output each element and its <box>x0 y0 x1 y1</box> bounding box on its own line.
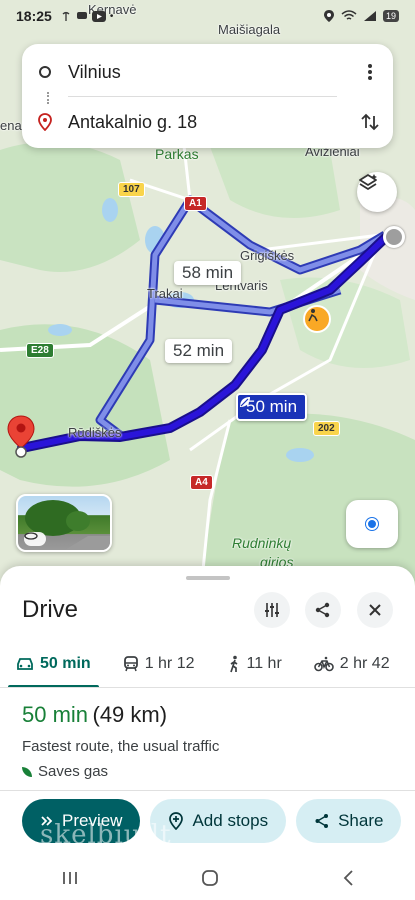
more-vert-icon <box>368 64 372 80</box>
more-options-button[interactable] <box>347 63 393 81</box>
origin-field[interactable]: Vilnius <box>68 62 347 83</box>
drag-handle[interactable] <box>186 576 230 580</box>
tab-label: 1 hr 12 <box>144 654 195 672</box>
origin-marker-icon <box>383 226 405 248</box>
swap-vert-icon <box>361 113 379 131</box>
tab-label: 2 hr 42 <box>339 654 390 672</box>
destination-field[interactable]: Antakalnio g. 18 <box>68 112 347 133</box>
route-distance: (49 km) <box>92 702 168 727</box>
location-icon <box>323 10 334 22</box>
road-shield: 202 <box>313 421 340 436</box>
share-icon <box>315 814 329 828</box>
bike-icon <box>313 656 334 671</box>
layers-button[interactable] <box>357 172 397 212</box>
preview-label: Preview <box>62 811 123 830</box>
leaf-icon <box>240 397 250 407</box>
android-nav-bar <box>0 856 415 900</box>
close-button[interactable] <box>357 592 393 628</box>
close-icon <box>369 604 381 616</box>
destination-row[interactable]: Antakalnio g. 18 <box>22 102 393 142</box>
system-icons: 19 <box>323 9 399 23</box>
share-icon <box>315 602 330 618</box>
travel-mode-tabs: 50 min 1 hr 12 11 hr 2 hr 42 <box>0 640 415 688</box>
tab-label: 11 hr <box>246 654 282 672</box>
tab-drive[interactable]: 50 min <box>0 640 107 687</box>
sheet-title: Drive <box>22 596 79 623</box>
road-work-icon[interactable] <box>303 305 331 333</box>
divider <box>68 96 337 97</box>
chat-icon <box>76 12 87 19</box>
tab-bike[interactable]: 2 hr 42 <box>298 640 406 687</box>
place-label: Rūdiškės <box>68 425 122 440</box>
my-location-button[interactable] <box>346 500 398 548</box>
youtube-icon <box>91 10 106 22</box>
recent-apps-icon[interactable] <box>61 870 79 886</box>
road-shield: E28 <box>26 343 54 358</box>
car-icon <box>17 657 33 670</box>
action-buttons: Preview Add stops Share <box>0 790 415 850</box>
alt-route-label[interactable]: 52 min <box>165 339 233 363</box>
location-dot-icon <box>366 518 378 530</box>
add-location-icon <box>169 812 184 830</box>
share-route-button[interactable] <box>305 592 341 628</box>
share-button[interactable]: Share <box>296 799 402 843</box>
home-icon[interactable] <box>201 869 219 887</box>
dot-icon: • <box>109 10 114 22</box>
street-view-thumbnail[interactable] <box>16 494 112 552</box>
layers-icon <box>359 174 377 190</box>
status-bar: 18:25 • 19 <box>0 0 415 32</box>
origin-row[interactable]: Vilnius <box>22 52 393 92</box>
back-icon[interactable] <box>342 869 354 887</box>
tab-label: 50 min <box>40 654 91 672</box>
road-shield: 107 <box>118 182 145 197</box>
double-chevron-icon <box>41 816 53 826</box>
selected-route-time: 50 min <box>246 397 298 416</box>
place-label: Rudninkų <box>232 535 292 551</box>
leaf-icon <box>22 766 32 777</box>
preview-button[interactable]: Preview <box>22 799 141 843</box>
signal-icon <box>363 11 376 21</box>
road-shield: A1 <box>184 196 207 211</box>
directions-bottom-sheet: Drive 50 min 1 hr 12 11 hr 2 hr 42 50 mi… <box>0 566 415 900</box>
place-label: enai <box>0 118 25 133</box>
tune-icon <box>265 603 279 617</box>
destination-pin-icon <box>7 415 35 458</box>
transit-icon <box>123 655 138 671</box>
place-label: Trakai <box>147 286 183 301</box>
rotate-360-icon <box>24 532 46 546</box>
tab-walk[interactable]: 11 hr <box>211 640 298 687</box>
share-label: Share <box>338 811 384 830</box>
route-summary[interactable]: 50 min (49 km) Fastest route, the usual … <box>22 702 219 780</box>
alt-route-label[interactable]: 58 min <box>174 261 242 285</box>
walk-icon <box>229 655 237 672</box>
destination-pin-small-icon <box>22 113 68 131</box>
route-options-button[interactable] <box>254 592 290 628</box>
road-shield: A4 <box>190 475 213 490</box>
swap-button[interactable] <box>347 112 393 132</box>
signal-tower-icon <box>62 11 70 21</box>
tab-transit[interactable]: 1 hr 12 <box>107 640 211 687</box>
selected-route-label[interactable]: 50 min <box>236 393 308 421</box>
directions-search-card: Vilnius Antakalnio g. 18 <box>22 44 393 148</box>
route-duration: 50 min <box>22 702 89 727</box>
eco-note: Saves gas <box>22 763 219 780</box>
status-time: 18:25 <box>16 8 52 24</box>
origin-circle-icon <box>22 65 68 79</box>
battery-icon: 19 <box>382 10 399 22</box>
wifi-icon <box>341 10 357 20</box>
place-label: Grigiškės <box>240 248 295 263</box>
add-stops-label: Add stops <box>192 811 269 830</box>
place-label: Parkas <box>155 146 199 162</box>
add-stops-button[interactable]: Add stops <box>150 799 287 843</box>
notification-icons: • <box>60 10 114 22</box>
eco-label: Saves gas <box>38 763 109 780</box>
route-description: Fastest route, the usual traffic <box>22 738 220 755</box>
